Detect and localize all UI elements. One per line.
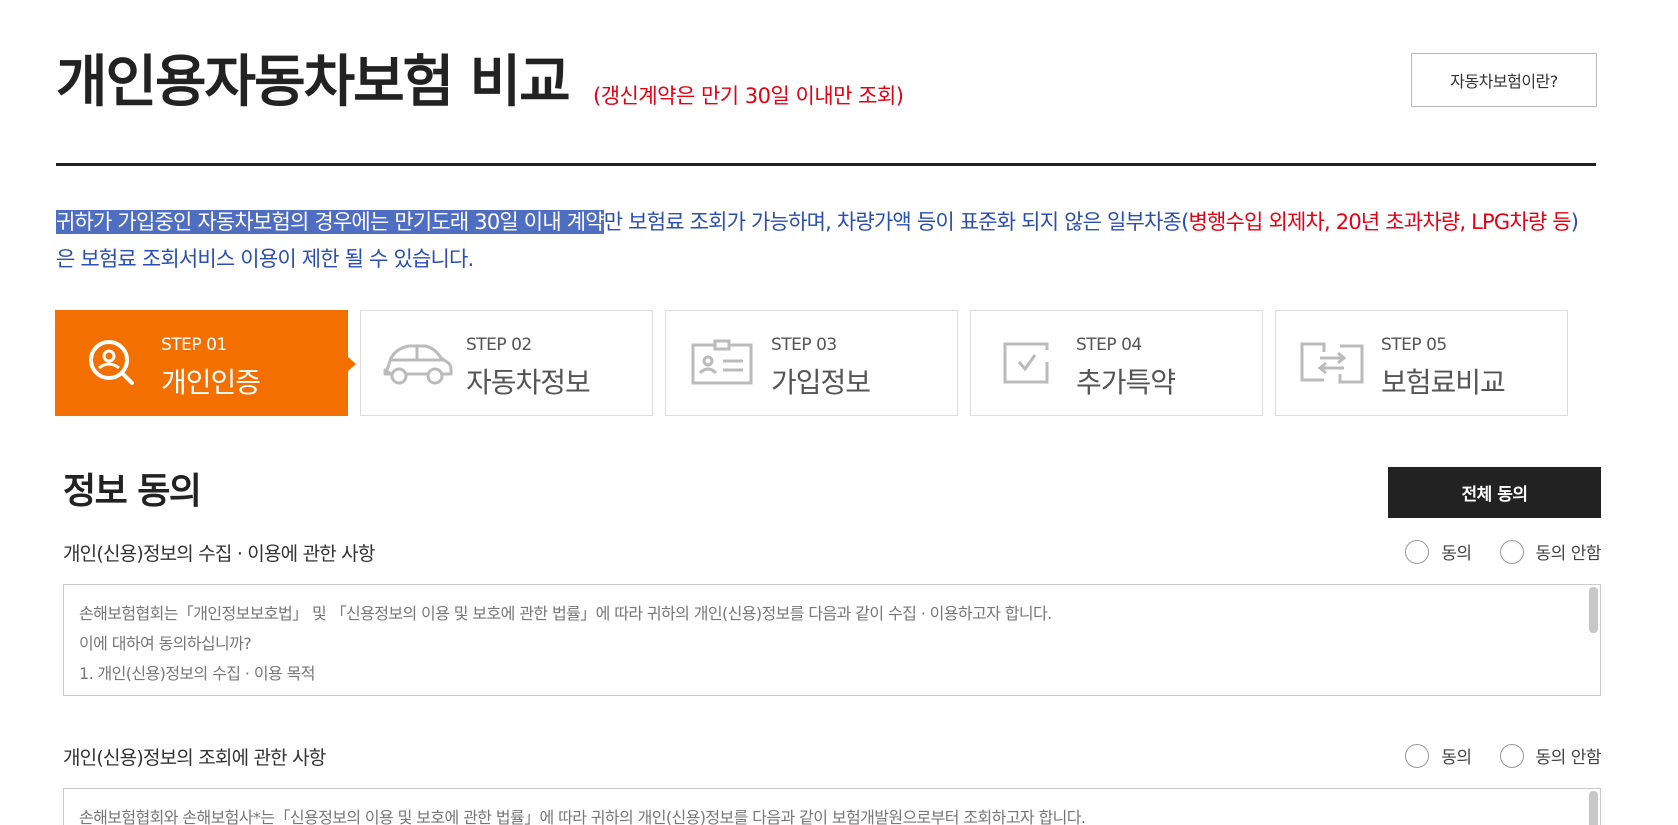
radio-label: 동의 안함 — [1535, 748, 1602, 768]
notice-text-part-1: 만 보험료 조회가 가능하며, 차량가액 등이 표준화 되지 않은 일부차종( — [603, 210, 1190, 234]
agree-all-button[interactable]: 전체 동의 — [1388, 467, 1601, 518]
disagree-radio[interactable]: 동의 안함 — [1499, 743, 1602, 768]
scrollbar[interactable] — [1589, 587, 1598, 693]
car-icon — [381, 335, 453, 391]
step-label: 가입정보 — [771, 366, 871, 399]
agree-radio[interactable]: 동의 — [1405, 539, 1472, 564]
agree-radio[interactable]: 동의 — [1405, 743, 1472, 768]
term-row-inquiry: 개인(신용)정보의 조회에 관한 사항 동의 동의 안함 — [63, 743, 1602, 773]
user-search-icon — [76, 335, 148, 391]
scrollbar-thumb[interactable] — [1589, 791, 1598, 825]
compare-icon — [1296, 335, 1368, 391]
step-progress: STEP 01 개인인증 STEP 02 자동차정보 STEP 03 가입정보 … — [55, 310, 1575, 416]
what-is-car-insurance-button[interactable]: 자동차보험이란? — [1411, 53, 1597, 107]
radio-circle[interactable] — [1499, 539, 1524, 564]
consent-radio-group: 동의 동의 안함 — [1377, 743, 1602, 768]
terms-content: 손해보험협회와 손해보험사*는「신용정보의 이용 및 보호에 관한 법률」에 따… — [79, 803, 1570, 825]
terms-content: 손해보험협회는「개인정보보호법」 및 「신용정보의 이용 및 보호에 관한 법률… — [79, 599, 1570, 689]
step-number: STEP 05 — [1381, 335, 1447, 355]
radio-circle[interactable] — [1499, 743, 1524, 768]
step-04: STEP 04 추가특약 — [970, 310, 1263, 416]
step-03: STEP 03 가입정보 — [665, 310, 958, 416]
step-05: STEP 05 보험료비교 — [1275, 310, 1568, 416]
step-label: 추가특약 — [1076, 366, 1176, 399]
page: 개인용자동차보험 비교 (갱신계약은 만기 30일 이내만 조회) 자동차보험이… — [0, 0, 1678, 825]
id-card-icon — [686, 335, 758, 391]
radio-circle[interactable] — [1405, 743, 1430, 768]
terms-text-box[interactable]: 손해보험협회와 손해보험사*는「신용정보의 이용 및 보호에 관한 법률」에 따… — [63, 788, 1601, 825]
radio-label: 동의 — [1441, 748, 1472, 768]
title-divider — [56, 163, 1596, 166]
terms-text-box[interactable]: 손해보험협회는「개인정보보호법」 및 「신용정보의 이용 및 보호에 관한 법률… — [63, 584, 1601, 696]
step-number: STEP 03 — [771, 335, 837, 355]
step-number: STEP 01 — [161, 335, 227, 355]
step-number: STEP 02 — [466, 335, 532, 355]
term-label: 개인(신용)정보의 수집 · 이용에 관한 사항 — [63, 543, 375, 565]
radio-label: 동의 — [1441, 544, 1472, 564]
scrollbar[interactable] — [1589, 791, 1598, 825]
step-01: STEP 01 개인인증 — [55, 310, 356, 416]
disagree-radio[interactable]: 동의 안함 — [1499, 539, 1602, 564]
title-row: 개인용자동차보험 비교 (갱신계약은 만기 30일 이내만 조회) 자동차보험이… — [56, 50, 1597, 120]
renewal-note: (갱신계약은 만기 30일 이내만 조회) — [593, 84, 904, 108]
term-label: 개인(신용)정보의 조회에 관한 사항 — [63, 747, 326, 769]
checkbox-icon — [991, 335, 1063, 391]
radio-circle[interactable] — [1405, 539, 1430, 564]
step-02: STEP 02 자동차정보 — [360, 310, 653, 416]
terms-line: 손해보험협회는「개인정보보호법」 및 「신용정보의 이용 및 보호에 관한 법률… — [79, 604, 1052, 623]
radio-label: 동의 안함 — [1535, 544, 1602, 564]
scrollbar-thumb[interactable] — [1589, 587, 1598, 633]
terms-line: 1. 개인(신용)정보의 수집 · 이용 목적 — [79, 664, 315, 683]
step-number: STEP 04 — [1076, 335, 1142, 355]
step-label: 개인인증 — [161, 366, 261, 399]
consent-radio-group: 동의 동의 안함 — [1377, 539, 1602, 564]
notice-text: 귀하가 가입중인 자동차보험의 경우에는 만기도래 30일 이내 계약만 보험료… — [56, 204, 1596, 278]
notice-restricted-vehicles: 병행수입 외제차, 20년 초과차량, LPG차량 등 — [1188, 210, 1572, 234]
section-title: 정보 동의 — [63, 471, 202, 512]
step-label: 자동차정보 — [466, 366, 591, 399]
notice-selected-text: 귀하가 가입중인 자동차보험의 경우에는 만기도래 30일 이내 계약 — [56, 210, 605, 234]
terms-line: 손해보험협회와 손해보험사*는「신용정보의 이용 및 보호에 관한 법률」에 따… — [79, 808, 1086, 825]
step-label: 보험료비교 — [1381, 366, 1506, 399]
terms-line: 이에 대하여 동의하십니까? — [79, 634, 252, 653]
term-row-collection: 개인(신용)정보의 수집 · 이용에 관한 사항 동의 동의 안함 — [63, 539, 1602, 569]
page-title: 개인용자동차보험 비교 — [56, 50, 571, 115]
